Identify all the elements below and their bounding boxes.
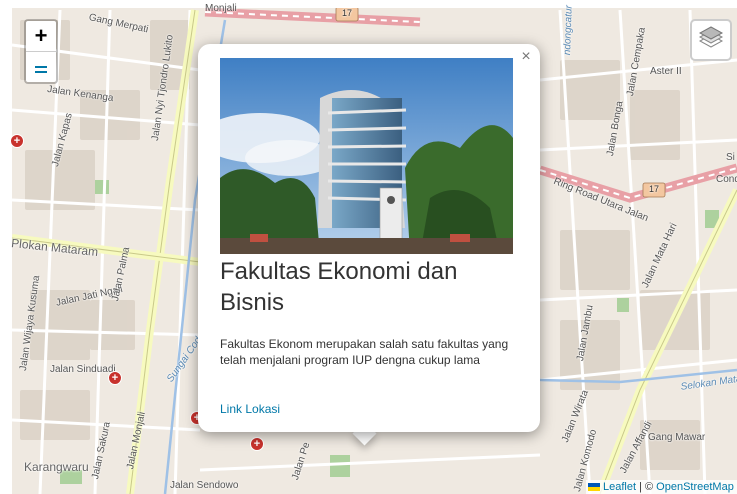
poi-marker[interactable]: + (250, 437, 264, 451)
zoom-in-button[interactable]: + (26, 21, 56, 52)
popup-description: Fakultas Ekonom merupakan salah satu fak… (220, 337, 509, 367)
layers-control-button[interactable] (690, 19, 732, 61)
building-photo (220, 58, 513, 254)
layers-icon (698, 26, 724, 48)
map-label: Monjali (205, 3, 237, 14)
route-shield: 17 (342, 8, 353, 18)
map-label: Jalan Sinduadi (50, 364, 116, 375)
attribution-separator: | © (636, 481, 657, 493)
map-label: ndongcatur (562, 4, 575, 56)
poi-marker[interactable]: + (108, 371, 122, 385)
map-label: Si (726, 152, 735, 163)
route-shield: 17 (649, 184, 660, 194)
map-label: Aster II (650, 66, 682, 77)
location-link[interactable]: Link Lokasi (220, 402, 280, 416)
map-label: Gang Mawar (648, 432, 706, 443)
leaflet-link[interactable]: Leaflet (603, 481, 636, 493)
map-canvas[interactable]: Monjali Gang Merpati Jalan Kenanga Jalan… (0, 0, 737, 494)
zoom-out-button[interactable] (26, 66, 56, 96)
attribution: Leaflet | © OpenStreetMap (586, 480, 737, 494)
popup-title: Fakultas Ekonomi dan Bisnis (220, 258, 458, 316)
map-label: Cond (716, 174, 737, 185)
popup-close-button[interactable]: × (518, 49, 534, 65)
map-top-edge (0, 0, 737, 8)
ukraine-flag-icon (588, 483, 600, 491)
zoom-out-icon (35, 66, 47, 68)
map-label: Karangwaru (24, 460, 89, 474)
openstreetmap-link[interactable]: OpenStreetMap (656, 481, 734, 493)
poi-marker[interactable]: + (10, 134, 24, 148)
zoom-control: + (24, 19, 58, 84)
map-label: Jalan Sendowo (170, 480, 239, 491)
